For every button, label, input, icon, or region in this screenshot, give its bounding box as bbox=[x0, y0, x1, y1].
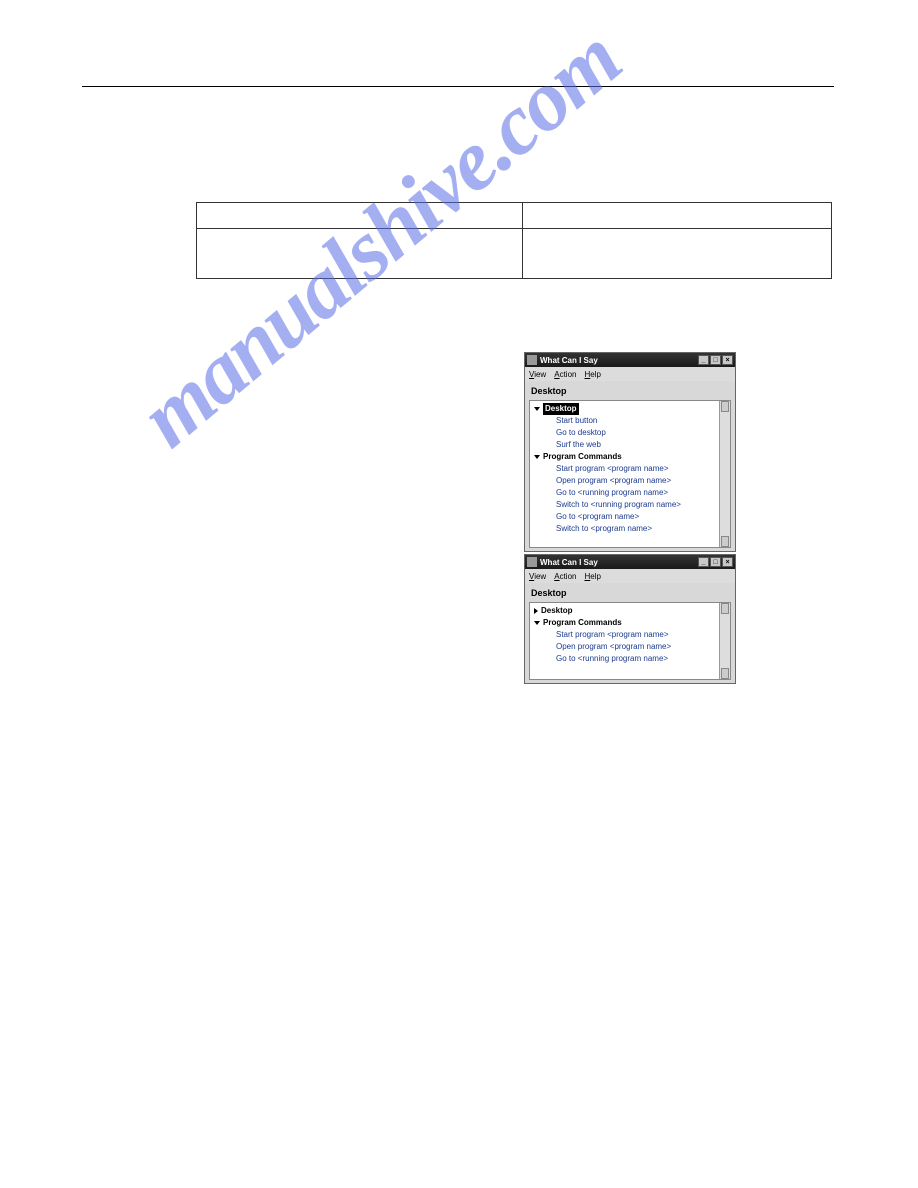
minimize-button[interactable]: _ bbox=[698, 557, 709, 567]
scrollbar[interactable] bbox=[719, 401, 730, 547]
titlebar[interactable]: What Can I Say _ □ × bbox=[525, 353, 735, 367]
tree-item[interactable]: Switch to <program name> bbox=[534, 523, 718, 535]
scrollbar[interactable] bbox=[719, 603, 730, 679]
menu-action[interactable]: Action bbox=[554, 370, 576, 379]
table-cell bbox=[197, 203, 523, 229]
maximize-button[interactable]: □ bbox=[710, 557, 721, 567]
minimize-button[interactable]: _ bbox=[698, 355, 709, 365]
what-can-i-say-window: What Can I Say _ □ × View Action Help De… bbox=[524, 554, 736, 684]
tree-item[interactable]: Start program <program name> bbox=[534, 629, 718, 641]
tree-group-program-commands[interactable]: Program Commands bbox=[534, 451, 718, 463]
page-rule bbox=[82, 86, 834, 87]
menu-help[interactable]: Help bbox=[584, 572, 600, 581]
tree-item[interactable]: Surf the web bbox=[534, 439, 718, 451]
tree-item[interactable]: Open program <program name> bbox=[534, 641, 718, 653]
menu-help[interactable]: Help bbox=[584, 370, 600, 379]
tree-item[interactable]: Switch to <running program name> bbox=[534, 499, 718, 511]
window-title: What Can I Say bbox=[540, 558, 697, 567]
tree-item[interactable]: Open program <program name> bbox=[534, 475, 718, 487]
tree-group-label: Program Commands bbox=[543, 617, 622, 629]
titlebar[interactable]: What Can I Say _ □ × bbox=[525, 555, 735, 569]
tree-item[interactable]: Go to <running program name> bbox=[534, 487, 718, 499]
context-label: Desktop bbox=[525, 583, 735, 602]
chevron-down-icon bbox=[534, 455, 540, 459]
context-label: Desktop bbox=[525, 381, 735, 400]
tree-item[interactable]: Go to <program name> bbox=[534, 511, 718, 523]
chevron-right-icon bbox=[534, 608, 538, 614]
app-icon bbox=[527, 557, 537, 567]
what-can-i-say-window: What Can I Say _ □ × View Action Help De… bbox=[524, 352, 736, 552]
tree-view[interactable]: Desktop Start button Go to desktop Surf … bbox=[529, 400, 731, 548]
tree-item[interactable]: Start program <program name> bbox=[534, 463, 718, 475]
window-title: What Can I Say bbox=[540, 356, 697, 365]
table-cell bbox=[523, 203, 832, 229]
maximize-button[interactable]: □ bbox=[710, 355, 721, 365]
table-cell bbox=[197, 229, 523, 279]
table-cell bbox=[523, 229, 832, 279]
tree-group-label: Program Commands bbox=[543, 451, 622, 463]
tree-group-label: Desktop bbox=[541, 605, 573, 617]
tree-item[interactable]: Go to desktop bbox=[534, 427, 718, 439]
menubar: View Action Help bbox=[525, 569, 735, 583]
tree-group-desktop[interactable]: Desktop bbox=[534, 403, 718, 415]
menu-view[interactable]: View bbox=[529, 572, 546, 581]
tree-item[interactable]: Go to <running program name> bbox=[534, 653, 718, 665]
chevron-down-icon bbox=[534, 407, 540, 411]
menu-view[interactable]: View bbox=[529, 370, 546, 379]
app-icon bbox=[527, 355, 537, 365]
tree-view[interactable]: Desktop Program Commands Start program <… bbox=[529, 602, 731, 680]
tree-group-program-commands[interactable]: Program Commands bbox=[534, 617, 718, 629]
close-button[interactable]: × bbox=[722, 557, 733, 567]
content-table bbox=[196, 202, 832, 279]
close-button[interactable]: × bbox=[722, 355, 733, 365]
chevron-down-icon bbox=[534, 621, 540, 625]
tree-group-desktop[interactable]: Desktop bbox=[534, 605, 718, 617]
menubar: View Action Help bbox=[525, 367, 735, 381]
tree-item[interactable]: Start button bbox=[534, 415, 718, 427]
tree-group-label: Desktop bbox=[543, 403, 579, 415]
menu-action[interactable]: Action bbox=[554, 572, 576, 581]
